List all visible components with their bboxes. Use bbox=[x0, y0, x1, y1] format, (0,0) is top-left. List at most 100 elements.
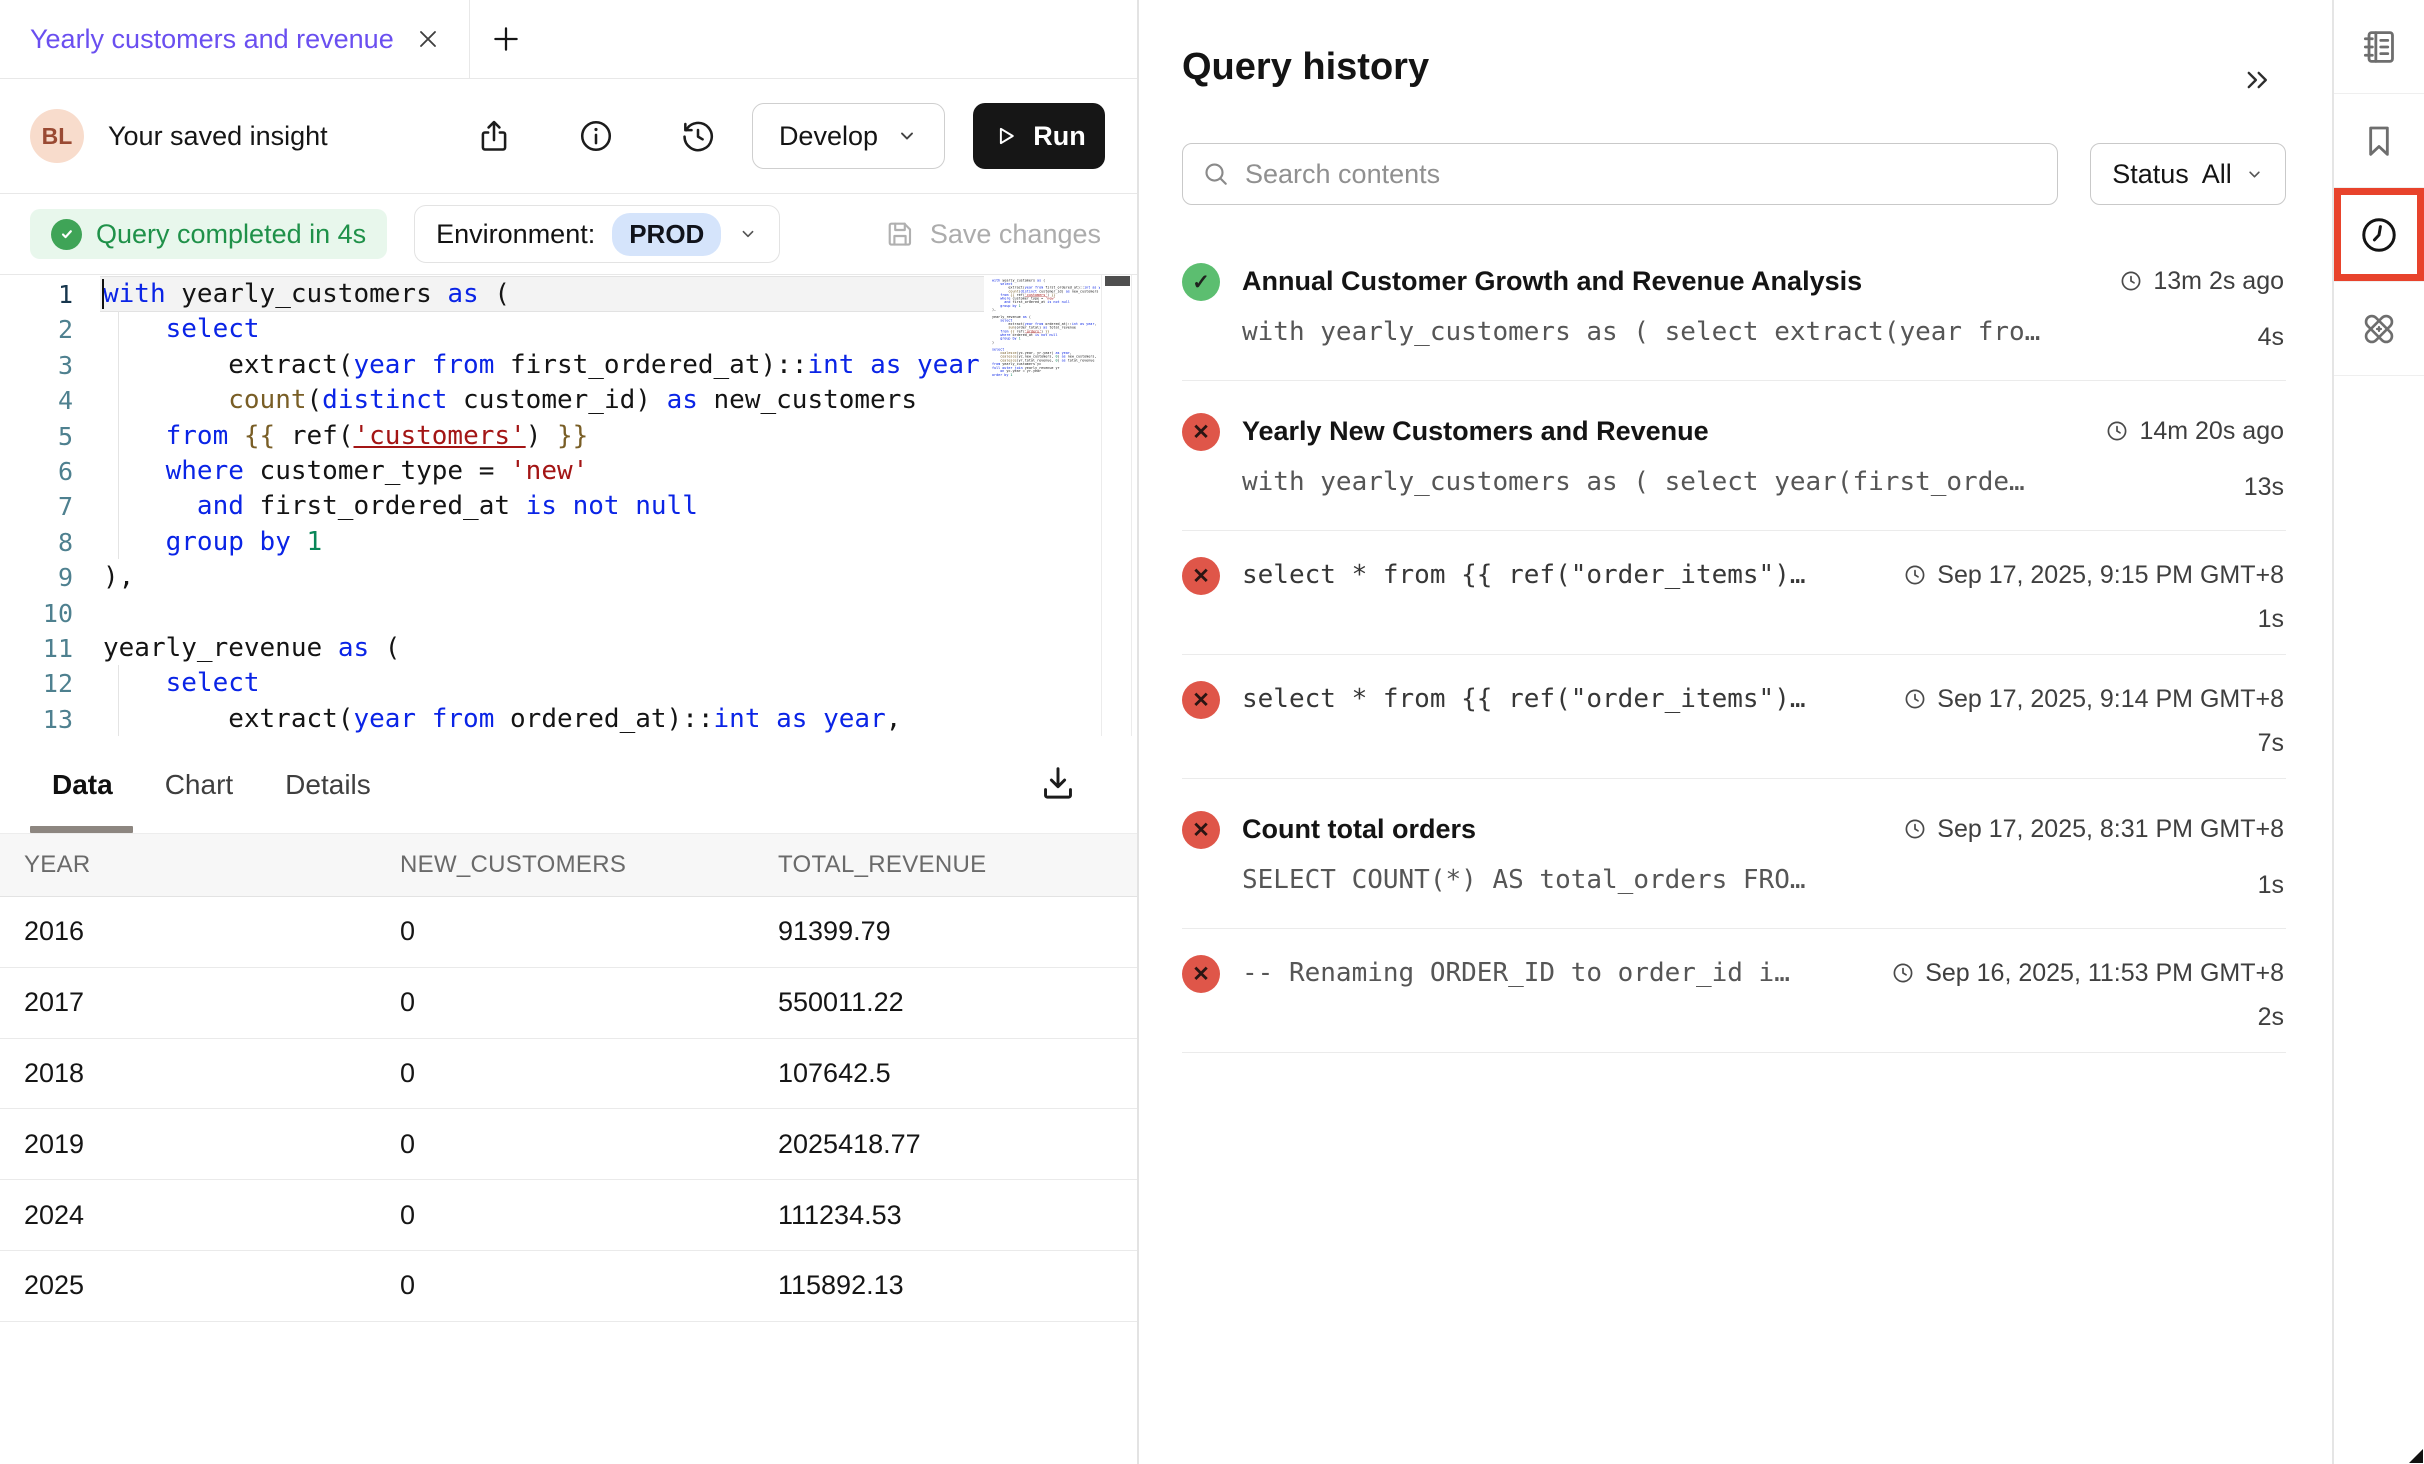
status-filter-value: All bbox=[2202, 159, 2232, 190]
save-changes-label: Save changes bbox=[930, 219, 1101, 250]
history-item-main: select * from {{ ref("order_items")… bbox=[1242, 679, 1881, 758]
play-icon bbox=[992, 123, 1018, 149]
cell-year: 2017 bbox=[24, 987, 400, 1018]
editor-code[interactable]: with yearly_customers as ( select extrac… bbox=[103, 277, 982, 736]
history-item-title: select * from {{ ref("order_items")… bbox=[1242, 679, 1881, 719]
history-item-time: Sep 16, 2025, 11:53 PM GMT+8 bbox=[1891, 953, 2284, 993]
status-icon: ✓ bbox=[1182, 263, 1220, 301]
info-icon bbox=[577, 117, 615, 155]
history-item[interactable]: ✓ Annual Customer Growth and Revenue Ana… bbox=[1182, 231, 2286, 381]
rail-item-notebook[interactable] bbox=[2334, 0, 2424, 94]
collapse-panel-button[interactable] bbox=[2240, 60, 2280, 100]
editor-panel: Yearly customers and revenue BL Your sav… bbox=[0, 0, 1137, 1464]
history-item-timestamp: Sep 16, 2025, 11:53 PM GMT+8 bbox=[1925, 953, 2284, 993]
chevron-down-icon bbox=[738, 224, 758, 244]
column-total-revenue: TOTAL_REVENUE bbox=[778, 851, 1137, 879]
cell-total-revenue: 107642.5 bbox=[778, 1058, 1137, 1089]
history-item-timestamp: Sep 17, 2025, 9:15 PM GMT+8 bbox=[1937, 555, 2284, 595]
cell-year: 2016 bbox=[24, 916, 400, 947]
history-item[interactable]: ✕ select * from {{ ref("order_items")… S… bbox=[1182, 531, 2286, 655]
rail-item-query-history[interactable] bbox=[2334, 188, 2424, 282]
run-button[interactable]: Run bbox=[973, 103, 1105, 169]
history-item-main: Yearly New Customers and Revenue with ye… bbox=[1242, 411, 2083, 502]
history-item[interactable]: ✕ -- Renaming ORDER_ID to order_id i… Se… bbox=[1182, 929, 2286, 1053]
share-button[interactable] bbox=[474, 116, 514, 156]
history-item-duration: 4s bbox=[2119, 323, 2284, 352]
tab-chart[interactable]: Chart bbox=[165, 769, 233, 801]
history-item-time: 14m 20s ago bbox=[2105, 411, 2284, 451]
scrollbar-thumb[interactable] bbox=[1105, 276, 1130, 286]
search-input[interactable] bbox=[1245, 159, 2039, 190]
clock-icon bbox=[1903, 563, 1927, 587]
develop-label: Develop bbox=[779, 121, 878, 152]
rail-item-canvas[interactable] bbox=[2334, 282, 2424, 376]
history-item-sql-preview: with yearly_customers as ( select extrac… bbox=[1242, 315, 2097, 349]
tab-title: Yearly customers and revenue bbox=[30, 24, 394, 55]
results-table-header: YEAR NEW_CUSTOMERS TOTAL_REVENUE bbox=[0, 833, 1137, 897]
cell-year: 2025 bbox=[24, 1270, 400, 1301]
rail-item-bookmarks[interactable] bbox=[2334, 94, 2424, 188]
new-tab-button[interactable] bbox=[470, 0, 542, 78]
cell-year: 2019 bbox=[24, 1129, 400, 1160]
clock-icon bbox=[2119, 269, 2143, 293]
version-history-button[interactable] bbox=[678, 116, 718, 156]
results-table-body: 2016 0 91399.79 2017 0 550011.22 2018 0 … bbox=[0, 897, 1137, 1322]
history-item[interactable]: ✕ Yearly New Customers and Revenue with … bbox=[1182, 381, 2286, 531]
history-item-main: -- Renaming ORDER_ID to order_id i… bbox=[1242, 953, 1869, 1032]
editor-gutter: 1234567891011121314151617181920212223242… bbox=[0, 277, 100, 736]
tab-details[interactable]: Details bbox=[285, 769, 371, 801]
bookmark-icon bbox=[2359, 121, 2399, 161]
cell-new-customers: 0 bbox=[400, 1058, 778, 1089]
cell-year: 2024 bbox=[24, 1200, 400, 1231]
history-item-sql-preview: with yearly_customers as ( select year(f… bbox=[1242, 465, 2083, 499]
info-button[interactable] bbox=[576, 116, 616, 156]
history-item-sql-preview: SELECT COUNT(*) AS total_orders FRO… bbox=[1242, 863, 1881, 897]
sql-editor[interactable]: 1234567891011121314151617181920212223242… bbox=[0, 274, 1137, 736]
status-icon: ✕ bbox=[1182, 557, 1220, 595]
download-results-button[interactable] bbox=[1036, 760, 1082, 806]
close-icon[interactable] bbox=[414, 24, 443, 54]
table-row: 2025 0 115892.13 bbox=[0, 1251, 1137, 1322]
search-box[interactable] bbox=[1182, 143, 2058, 205]
cell-total-revenue: 115892.13 bbox=[778, 1270, 1137, 1301]
active-tab-indicator bbox=[30, 826, 133, 833]
history-item-meta: Sep 16, 2025, 11:53 PM GMT+8 2s bbox=[1891, 953, 2284, 1032]
chevrons-right-icon bbox=[2240, 63, 2274, 97]
tab-data[interactable]: Data bbox=[52, 769, 113, 801]
cell-new-customers: 0 bbox=[400, 1270, 778, 1301]
editor-scrollbar[interactable] bbox=[1101, 275, 1132, 736]
history-item-duration: 1s bbox=[1903, 871, 2284, 900]
history-item[interactable]: ✕ select * from {{ ref("order_items")… S… bbox=[1182, 655, 2286, 779]
history-item-timestamp: 14m 20s ago bbox=[2139, 411, 2284, 451]
cell-total-revenue: 111234.53 bbox=[778, 1200, 1137, 1231]
editor-minimap-content: with yearly_customers as ( select extrac… bbox=[992, 279, 1100, 377]
results-tab-bar: Data Chart Details bbox=[0, 736, 1137, 833]
save-changes-button[interactable]: Save changes bbox=[884, 218, 1101, 250]
tab-bar: Yearly customers and revenue bbox=[0, 0, 1137, 79]
environment-selector[interactable]: Environment: PROD bbox=[414, 205, 780, 263]
cell-new-customers: 0 bbox=[400, 1129, 778, 1160]
text-cursor bbox=[102, 279, 104, 309]
tab-yearly-customers-and-revenue[interactable]: Yearly customers and revenue bbox=[0, 0, 470, 78]
history-item-title: select * from {{ ref("order_items")… bbox=[1242, 555, 1881, 595]
history-item-timestamp: Sep 17, 2025, 9:14 PM GMT+8 bbox=[1937, 679, 2284, 719]
develop-button[interactable]: Develop bbox=[752, 103, 945, 169]
save-icon bbox=[884, 218, 916, 250]
history-item[interactable]: ✕ Count total orders SELECT COUNT(*) AS … bbox=[1182, 779, 2286, 929]
history-item-meta: 14m 20s ago 13s bbox=[2105, 411, 2284, 502]
query-history-panel: Query history Status All ✓ Annual Custom… bbox=[1137, 0, 2332, 1464]
share-icon bbox=[475, 117, 513, 155]
history-item-timestamp: 13m 2s ago bbox=[2153, 261, 2284, 301]
history-item-time: Sep 17, 2025, 9:14 PM GMT+8 bbox=[1903, 679, 2284, 719]
history-item-duration: 13s bbox=[2105, 473, 2284, 502]
history-item-time: Sep 17, 2025, 8:31 PM GMT+8 bbox=[1903, 809, 2284, 849]
status-filter-dropdown[interactable]: Status All bbox=[2090, 143, 2286, 205]
history-item-time: Sep 17, 2025, 9:15 PM GMT+8 bbox=[1903, 555, 2284, 595]
history-item-meta: Sep 17, 2025, 8:31 PM GMT+8 1s bbox=[1903, 809, 2284, 900]
editor-minimap[interactable]: with yearly_customers as ( select extrac… bbox=[992, 279, 1100, 731]
cell-new-customers: 0 bbox=[400, 1200, 778, 1231]
query-history-clock-icon bbox=[2358, 214, 2400, 256]
history-item-timestamp: Sep 17, 2025, 8:31 PM GMT+8 bbox=[1937, 809, 2284, 849]
cell-new-customers: 0 bbox=[400, 916, 778, 947]
chevron-down-icon bbox=[896, 125, 918, 147]
